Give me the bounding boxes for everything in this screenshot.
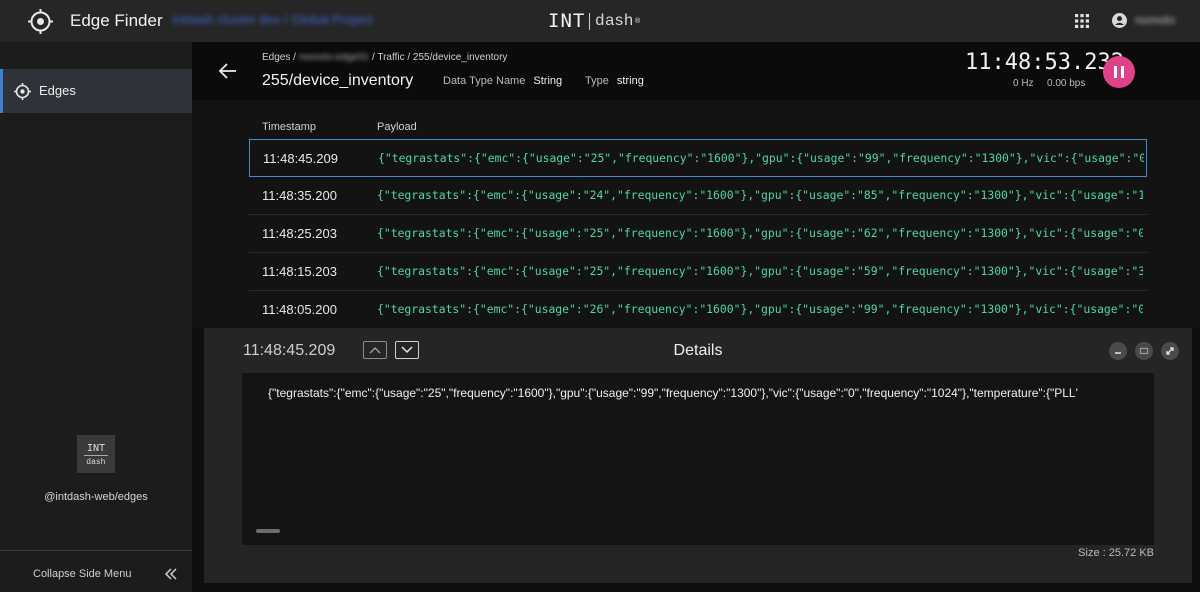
- data-type-name-value: String: [533, 75, 563, 87]
- row-payload: {"tegrastats":{"emc":{"usage":"24","freq…: [377, 188, 1143, 202]
- pause-icon-bar-left: [1114, 66, 1117, 78]
- table-row[interactable]: 11:48:15.203 {"tegrastats":{"emc":{"usag…: [249, 253, 1147, 291]
- page-header: Edges / nomoto-edge01 / Traffic / 255/de…: [192, 42, 1200, 100]
- row-payload: {"tegrastats":{"emc":{"usage":"25","freq…: [377, 264, 1143, 278]
- data-type-name: Data Type Name String: [443, 75, 562, 87]
- row-timestamp: 11:48:05.200: [262, 302, 337, 317]
- column-header-timestamp: Timestamp: [262, 121, 316, 133]
- expand-icon: [1166, 347, 1174, 355]
- edge-finder-logo-icon: [28, 9, 53, 34]
- top-bar: Edge Finder intdash cluster dev / Global…: [0, 0, 1200, 42]
- details-title: Details: [673, 342, 723, 359]
- breadcrumb: Edges / nomoto-edge01 / Traffic / 255/de…: [262, 52, 507, 63]
- pause-button[interactable]: [1103, 56, 1135, 88]
- column-header-payload: Payload: [377, 121, 417, 133]
- sidebar-divider: [0, 550, 192, 551]
- crosshair-icon: [14, 83, 31, 100]
- project-name[interactable]: intdash cluster dev / Global Project: [172, 12, 373, 27]
- type-label: Type: [585, 75, 609, 87]
- data-type: Type string: [585, 75, 644, 87]
- row-timestamp: 11:48:15.203: [262, 264, 337, 279]
- breadcrumb-edge-name[interactable]: nomoto-edge01: [299, 52, 369, 63]
- package-name: @intdash-web/edges: [44, 491, 148, 503]
- breadcrumb-traffic: / Traffic / 255/device_inventory: [371, 52, 508, 63]
- row-timestamp: 11:48:35.200: [262, 188, 337, 203]
- previous-record-button[interactable]: [363, 341, 387, 359]
- side-menu: Edges INT dash @intdash-web/edges Collap…: [0, 42, 192, 592]
- traffic-table: Timestamp Payload 11:48:45.209 {"tegrast…: [192, 100, 1200, 329]
- apps-grid-icon[interactable]: [1075, 14, 1089, 28]
- current-time-clock: 11:48:53.232: [965, 50, 1124, 75]
- type-value: string: [616, 75, 644, 87]
- logo-divider: [84, 454, 108, 456]
- table-row[interactable]: 11:48:25.203 {"tegrastats":{"emc":{"usag…: [249, 215, 1147, 253]
- details-content: {"tegrastats":{"emc":{"usage":"25","freq…: [268, 386, 1078, 400]
- data-type-name-label: Data Type Name: [443, 75, 526, 87]
- back-arrow-icon[interactable]: [218, 61, 238, 81]
- table-row[interactable]: 11:48:35.200 {"tegrastats":{"emc":{"usag…: [249, 177, 1147, 215]
- details-timestamp: 11:48:45.209: [243, 342, 336, 359]
- breadcrumb-edges[interactable]: Edges /: [262, 52, 296, 63]
- table-row[interactable]: 11:48:45.209 {"tegrastats":{"emc":{"usag…: [249, 139, 1147, 177]
- maximize-button[interactable]: [1161, 342, 1179, 360]
- details-panel: 11:48:45.209 Details {"tegrastats":{"emc…: [204, 328, 1192, 583]
- sidebar-item-edges[interactable]: Edges: [0, 69, 192, 113]
- restore-icon: [1139, 347, 1149, 355]
- brand-separator: [589, 12, 591, 30]
- minimize-icon: [1115, 352, 1121, 354]
- logo-int-text: INT: [86, 442, 106, 454]
- chevron-up-icon: [369, 346, 381, 354]
- chevron-down-icon: [401, 346, 413, 354]
- table-row[interactable]: 11:48:05.200 {"tegrastats":{"emc":{"usag…: [249, 291, 1147, 329]
- page-title: 255/device_inventory: [262, 72, 414, 89]
- row-payload: {"tegrastats":{"emc":{"usage":"26","freq…: [377, 302, 1143, 316]
- row-payload: {"tegrastats":{"emc":{"usage":"25","freq…: [377, 226, 1143, 240]
- rate-bps: 0.00 bps: [1047, 78, 1086, 89]
- payload-size: Size : 25.72 KB: [1078, 547, 1154, 559]
- logo-dash-text: dash: [86, 456, 106, 466]
- rate-hz: 0 Hz: [1013, 78, 1034, 89]
- pause-icon-bar-right: [1121, 66, 1124, 78]
- app-title: Edge Finder: [70, 11, 163, 30]
- row-timestamp: 11:48:45.209: [263, 151, 338, 166]
- row-payload: {"tegrastats":{"emc":{"usage":"25","freq…: [378, 151, 1144, 165]
- intdash-app-logo: INT dash: [77, 435, 115, 473]
- brand-registered-mark: ®: [635, 17, 641, 25]
- user-name[interactable]: nomoto: [1135, 13, 1175, 27]
- restore-button[interactable]: [1135, 342, 1153, 360]
- double-chevron-left-icon[interactable]: [163, 566, 179, 582]
- brand-int-text: INT: [548, 10, 586, 32]
- intdash-brand-logo: INT dash ®: [548, 9, 640, 33]
- user-account-icon[interactable]: [1112, 13, 1127, 28]
- minimize-button[interactable]: [1109, 342, 1127, 360]
- horizontal-scrollbar[interactable]: [256, 529, 280, 533]
- collapse-side-menu-label[interactable]: Collapse Side Menu: [33, 568, 131, 580]
- brand-dash-text: dash: [595, 12, 635, 29]
- details-content-area[interactable]: {"tegrastats":{"emc":{"usage":"25","freq…: [242, 373, 1154, 545]
- sidebar-item-label: Edges: [39, 83, 76, 98]
- row-timestamp: 11:48:25.203: [262, 226, 337, 241]
- next-record-button[interactable]: [395, 341, 419, 359]
